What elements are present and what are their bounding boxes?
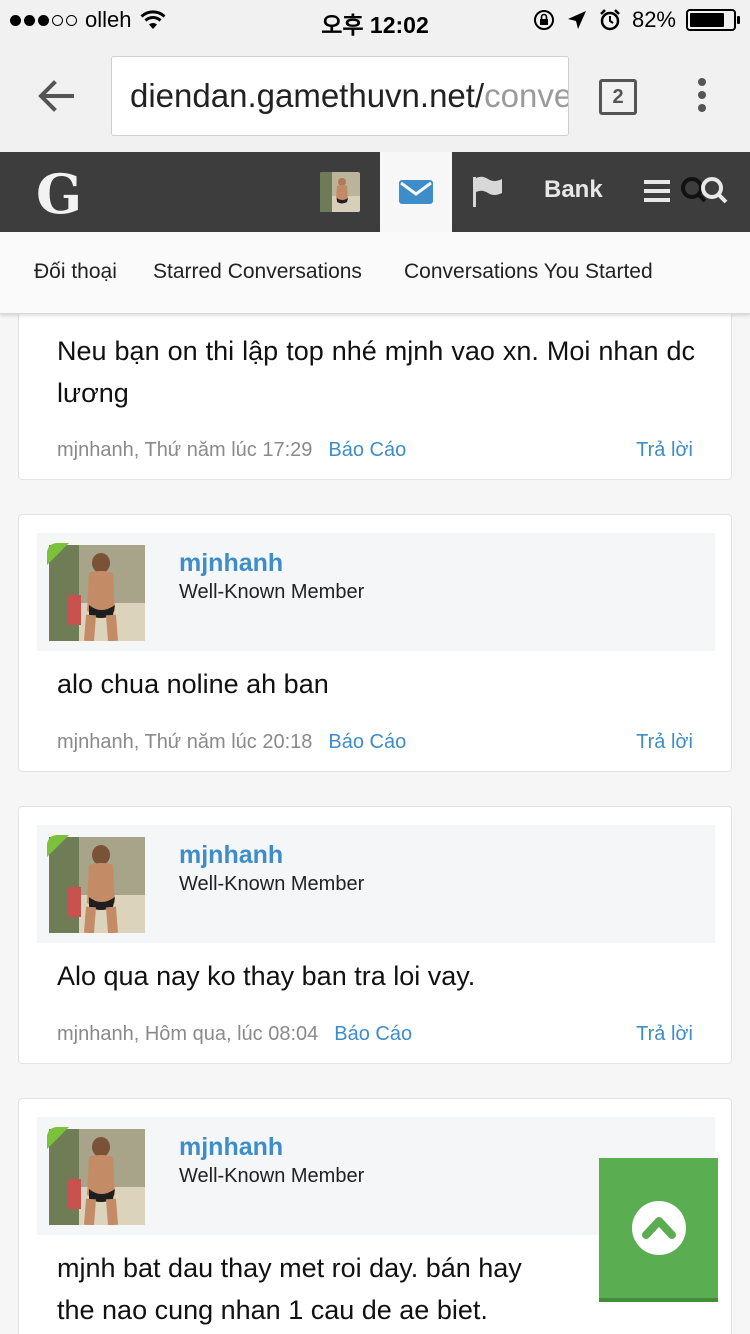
chevron-up-icon bbox=[631, 1201, 686, 1255]
report-link[interactable]: Báo Cáo bbox=[328, 731, 406, 753]
message-meta: mjnhanh, Thứ năm lúc 20:18 Báo Cáo bbox=[57, 731, 406, 754]
menu-icon[interactable] bbox=[642, 176, 672, 206]
online-indicator bbox=[47, 835, 69, 857]
tab-conversations-you-started[interactable]: Conversations You Started bbox=[404, 260, 653, 284]
battery-percent: 82% bbox=[631, 7, 676, 32]
report-link[interactable]: Báo Cáo bbox=[334, 1023, 412, 1045]
message-author-date[interactable]: mjnhanh, Thứ năm lúc 20:18 bbox=[57, 731, 312, 753]
message-meta: mjnhanh, Thứ năm lúc 17:29 Báo Cáo bbox=[57, 439, 406, 462]
url-main: diendan.gamethuvn.net/ bbox=[130, 77, 485, 114]
back-to-top-button[interactable] bbox=[599, 1158, 718, 1302]
reply-link[interactable]: Trả lời bbox=[636, 439, 693, 462]
location-arrow-icon bbox=[567, 11, 586, 29]
user-title: Well-Known Member bbox=[179, 1165, 365, 1187]
message-card: mjnhanh Well-Known Member alo chua nolin… bbox=[18, 514, 732, 772]
nav-user-avatar[interactable] bbox=[320, 172, 360, 212]
tab-conversations[interactable]: Đối thoại bbox=[34, 260, 117, 284]
back-arrow-icon[interactable] bbox=[34, 74, 78, 118]
site-navbar: G Bank bbox=[0, 152, 750, 232]
reply-link[interactable]: Trả lời bbox=[636, 731, 693, 754]
message-text: Neu bạn on thi lập top nhé mjnh vao xn. … bbox=[57, 336, 695, 408]
site-logo[interactable]: G bbox=[36, 162, 82, 226]
message-author-date[interactable]: mjnhanh, Thứ năm lúc 17:29 bbox=[57, 439, 312, 461]
battery-icon bbox=[686, 9, 740, 31]
flag-icon[interactable] bbox=[470, 174, 506, 210]
report-link[interactable]: Báo Cáo bbox=[328, 439, 406, 461]
url-rest: conve bbox=[484, 77, 569, 114]
status-bar: olleh 오후 12:02 82% bbox=[0, 0, 750, 40]
online-indicator bbox=[47, 1127, 69, 1149]
message-text: alo chua noline ah ban bbox=[57, 669, 329, 699]
message-card: mjnhanh Well-Known Member Alo qua nay ko… bbox=[18, 806, 732, 1064]
message-user-header: mjnhanh Well-Known Member bbox=[37, 825, 715, 943]
search-icon[interactable] bbox=[678, 174, 730, 210]
mail-icon bbox=[399, 180, 433, 204]
username-link[interactable]: mjnhanh bbox=[179, 1133, 283, 1162]
lock-rotation-icon bbox=[533, 10, 554, 30]
user-title: Well-Known Member bbox=[179, 581, 365, 603]
online-indicator bbox=[47, 543, 69, 565]
tab-starred-conversations[interactable]: Starred Conversations bbox=[153, 260, 362, 284]
tab-switcher-button[interactable]: 2 bbox=[599, 79, 637, 115]
alarm-icon bbox=[600, 9, 620, 31]
bank-link[interactable]: Bank bbox=[544, 176, 603, 204]
more-options-icon[interactable] bbox=[690, 78, 714, 118]
conversations-tab[interactable] bbox=[380, 152, 452, 232]
url-field[interactable]: diendan.gamethuvn.net/conve bbox=[111, 56, 569, 136]
browser-toolbar: diendan.gamethuvn.net/conve 2 bbox=[0, 40, 750, 152]
username-link[interactable]: mjnhanh bbox=[179, 549, 283, 578]
message-meta: mjnhanh, Hôm qua, lúc 08:04 Báo Cáo bbox=[57, 1023, 412, 1046]
message-card: Neu bạn on thi lập top nhé mjnh vao xn. … bbox=[18, 314, 732, 480]
message-user-header: mjnhanh Well-Known Member bbox=[37, 533, 715, 651]
username-link[interactable]: mjnhanh bbox=[179, 841, 283, 870]
user-title: Well-Known Member bbox=[179, 873, 365, 895]
message-text: Alo qua nay ko thay ban tra loi vay. bbox=[57, 961, 476, 991]
message-author-date[interactable]: mjnhanh, Hôm qua, lúc 08:04 bbox=[57, 1023, 318, 1045]
conversations-subnav: Đối thoại Starred Conversations Conversa… bbox=[0, 232, 750, 314]
reply-link[interactable]: Trả lời bbox=[636, 1023, 693, 1046]
